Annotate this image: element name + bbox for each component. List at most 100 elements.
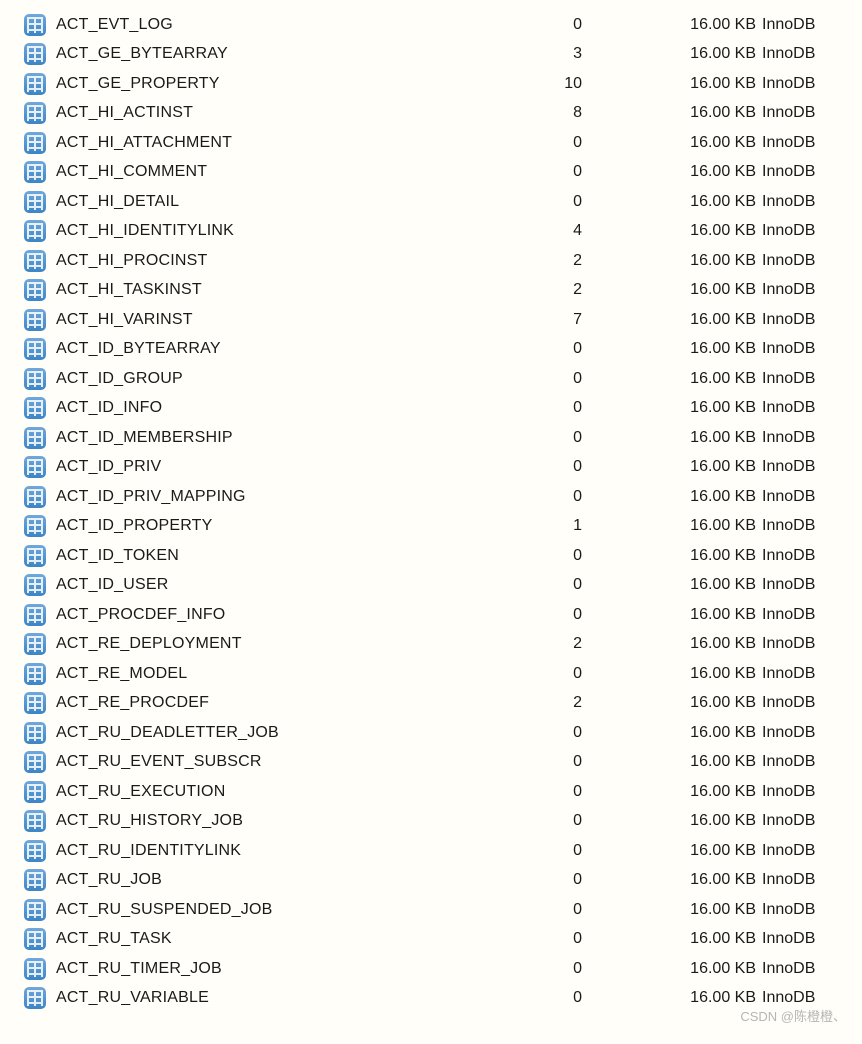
table-size: 16.00 KB	[592, 45, 762, 63]
table-icon-cell	[20, 456, 50, 478]
table-row[interactable]: ACT_HI_TASKINST216.00 KBInnoDB	[20, 276, 842, 306]
table-row-count: 8	[492, 104, 592, 122]
table-icon	[24, 161, 46, 183]
table-row[interactable]: ACT_HI_VARINST716.00 KBInnoDB	[20, 305, 842, 335]
table-row[interactable]: ACT_RU_SUSPENDED_JOB016.00 KBInnoDB	[20, 895, 842, 925]
table-icon	[24, 663, 46, 685]
table-row[interactable]: ACT_HI_COMMENT016.00 KBInnoDB	[20, 158, 842, 188]
table-name: ACT_HI_ATTACHMENT	[50, 134, 492, 152]
table-name: ACT_HI_PROCINST	[50, 252, 492, 270]
table-row-count: 0	[492, 724, 592, 742]
table-row-count: 3	[492, 45, 592, 63]
table-row[interactable]: ACT_ID_BYTEARRAY016.00 KBInnoDB	[20, 335, 842, 365]
table-row-count: 0	[492, 163, 592, 181]
table-engine: InnoDB	[762, 370, 842, 388]
table-row[interactable]: ACT_ID_PRIV016.00 KBInnoDB	[20, 453, 842, 483]
table-row[interactable]: ACT_RU_EVENT_SUBSCR016.00 KBInnoDB	[20, 748, 842, 778]
table-name: ACT_PROCDEF_INFO	[50, 606, 492, 624]
table-size: 16.00 KB	[592, 842, 762, 860]
table-row[interactable]: ACT_RU_JOB016.00 KBInnoDB	[20, 866, 842, 896]
table-row[interactable]: ACT_HI_ACTINST816.00 KBInnoDB	[20, 99, 842, 129]
table-size: 16.00 KB	[592, 901, 762, 919]
table-size: 16.00 KB	[592, 724, 762, 742]
table-engine: InnoDB	[762, 16, 842, 34]
table-row-count: 0	[492, 429, 592, 447]
table-row[interactable]: ACT_ID_INFO016.00 KBInnoDB	[20, 394, 842, 424]
table-row[interactable]: ACT_HI_PROCINST216.00 KBInnoDB	[20, 246, 842, 276]
table-engine: InnoDB	[762, 104, 842, 122]
table-icon	[24, 368, 46, 390]
table-engine: InnoDB	[762, 694, 842, 712]
table-icon	[24, 43, 46, 65]
table-row[interactable]: ACT_RE_PROCDEF216.00 KBInnoDB	[20, 689, 842, 719]
table-row[interactable]: ACT_RE_MODEL016.00 KBInnoDB	[20, 659, 842, 689]
table-engine: InnoDB	[762, 606, 842, 624]
table-icon-cell	[20, 14, 50, 36]
table-icon-cell	[20, 309, 50, 331]
table-row-count: 0	[492, 340, 592, 358]
table-engine: InnoDB	[762, 163, 842, 181]
table-row[interactable]: ACT_ID_TOKEN016.00 KBInnoDB	[20, 541, 842, 571]
table-icon-cell	[20, 810, 50, 832]
table-row[interactable]: ACT_EVT_LOG016.00 KBInnoDB	[20, 10, 842, 40]
table-row[interactable]: ACT_GE_BYTEARRAY316.00 KBInnoDB	[20, 40, 842, 70]
table-size: 16.00 KB	[592, 104, 762, 122]
table-row[interactable]: ACT_ID_GROUP016.00 KBInnoDB	[20, 364, 842, 394]
table-icon-cell	[20, 574, 50, 596]
table-row[interactable]: ACT_HI_DETAIL016.00 KBInnoDB	[20, 187, 842, 217]
table-row[interactable]: ACT_ID_PRIV_MAPPING016.00 KBInnoDB	[20, 482, 842, 512]
table-row[interactable]: ACT_RU_DEADLETTER_JOB016.00 KBInnoDB	[20, 718, 842, 748]
table-row[interactable]: ACT_RU_EXECUTION016.00 KBInnoDB	[20, 777, 842, 807]
table-row[interactable]: ACT_RU_HISTORY_JOB016.00 KBInnoDB	[20, 807, 842, 837]
table-name: ACT_RU_VARIABLE	[50, 989, 492, 1007]
table-name: ACT_ID_PRIV_MAPPING	[50, 488, 492, 506]
table-size: 16.00 KB	[592, 193, 762, 211]
table-size: 16.00 KB	[592, 576, 762, 594]
table-icon-cell	[20, 161, 50, 183]
table-row[interactable]: ACT_GE_PROPERTY1016.00 KBInnoDB	[20, 69, 842, 99]
watermark-text: CSDN @陈橙橙、	[740, 1006, 846, 1025]
table-name: ACT_RU_TIMER_JOB	[50, 960, 492, 978]
table-size: 16.00 KB	[592, 488, 762, 506]
table-engine: InnoDB	[762, 930, 842, 948]
table-row[interactable]: ACT_RE_DEPLOYMENT216.00 KBInnoDB	[20, 630, 842, 660]
table-size: 16.00 KB	[592, 930, 762, 948]
table-icon	[24, 397, 46, 419]
table-icon-cell	[20, 722, 50, 744]
table-row[interactable]: ACT_HI_ATTACHMENT016.00 KBInnoDB	[20, 128, 842, 158]
table-icon	[24, 574, 46, 596]
table-size: 16.00 KB	[592, 458, 762, 476]
table-size: 16.00 KB	[592, 75, 762, 93]
table-engine: InnoDB	[762, 281, 842, 299]
table-row-count: 4	[492, 222, 592, 240]
table-icon	[24, 427, 46, 449]
table-icon-cell	[20, 102, 50, 124]
table-row[interactable]: ACT_RU_IDENTITYLINK016.00 KBInnoDB	[20, 836, 842, 866]
table-icon-cell	[20, 928, 50, 950]
table-name: ACT_HI_VARINST	[50, 311, 492, 329]
table-engine: InnoDB	[762, 871, 842, 889]
table-icon-cell	[20, 633, 50, 655]
table-row[interactable]: ACT_ID_USER016.00 KBInnoDB	[20, 571, 842, 601]
table-icon-cell	[20, 604, 50, 626]
table-size: 16.00 KB	[592, 340, 762, 358]
table-engine: InnoDB	[762, 252, 842, 270]
table-size: 16.00 KB	[592, 753, 762, 771]
table-size: 16.00 KB	[592, 370, 762, 388]
table-icon-cell	[20, 427, 50, 449]
table-row[interactable]: ACT_RU_TIMER_JOB016.00 KBInnoDB	[20, 954, 842, 984]
table-row[interactable]: ACT_RU_TASK016.00 KBInnoDB	[20, 925, 842, 955]
table-row[interactable]: ACT_PROCDEF_INFO016.00 KBInnoDB	[20, 600, 842, 630]
table-row[interactable]: ACT_HI_IDENTITYLINK416.00 KBInnoDB	[20, 217, 842, 247]
table-icon	[24, 14, 46, 36]
table-row[interactable]: ACT_RU_VARIABLE016.00 KBInnoDB	[20, 984, 842, 1014]
table-engine: InnoDB	[762, 75, 842, 93]
table-row[interactable]: ACT_ID_PROPERTY116.00 KBInnoDB	[20, 512, 842, 542]
table-icon	[24, 899, 46, 921]
table-name: ACT_RU_JOB	[50, 871, 492, 889]
table-row-count: 2	[492, 694, 592, 712]
table-row-count: 2	[492, 635, 592, 653]
table-size: 16.00 KB	[592, 399, 762, 417]
table-engine: InnoDB	[762, 665, 842, 683]
table-row[interactable]: ACT_ID_MEMBERSHIP016.00 KBInnoDB	[20, 423, 842, 453]
